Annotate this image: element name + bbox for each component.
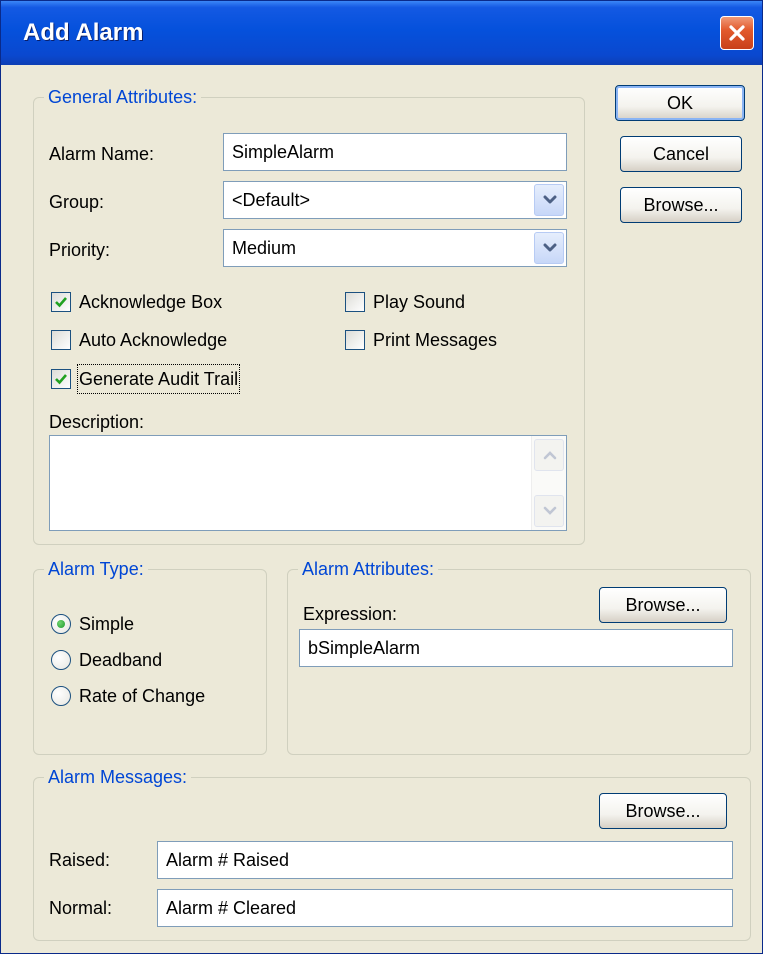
generate-audit-trail-checkbox[interactable]: Generate Audit Trail <box>51 364 311 394</box>
title-bar[interactable]: Add Alarm <box>1 1 762 65</box>
group-label: Group: <box>49 192 105 212</box>
play-sound-label: Play Sound <box>373 292 466 312</box>
window-title: Add Alarm <box>23 19 144 46</box>
generate-audit-trail-label: Generate Audit Trail <box>76 364 241 394</box>
raised-label: Raised: <box>49 850 111 870</box>
radio-circle <box>51 650 71 670</box>
raised-message-field[interactable]: Alarm # Raised <box>157 841 733 879</box>
expression-label: Expression: <box>303 604 398 624</box>
expression-field[interactable]: bSimpleAlarm <box>299 629 733 667</box>
group-select[interactable]: <Default> <box>223 181 567 219</box>
alarm-messages-legend: Alarm Messages: <box>44 766 192 788</box>
group-select-value: <Default> <box>232 190 311 210</box>
priority-select[interactable]: Medium <box>223 229 567 267</box>
alarm-name-field[interactable]: SimpleAlarm <box>223 133 567 171</box>
scroll-up-button[interactable] <box>534 439 564 471</box>
acknowledge-box-label: Acknowledge Box <box>79 292 223 312</box>
radio-label: Simple <box>79 614 135 634</box>
scroll-down-button[interactable] <box>534 495 564 527</box>
messages-browse-button[interactable]: Browse... <box>599 793 727 829</box>
priority-dropdown-button[interactable] <box>534 232 564 264</box>
alarm-type-radio-deadband[interactable]: Deadband <box>51 647 251 673</box>
priority-label: Priority: <box>49 240 111 260</box>
acknowledge-box-checkbox[interactable]: Acknowledge Box <box>51 289 311 315</box>
group-dropdown-button[interactable] <box>534 184 564 216</box>
priority-select-value: Medium <box>232 238 297 258</box>
ok-button[interactable]: OK <box>615 85 745 121</box>
description-label: Description: <box>49 412 145 432</box>
checkbox-box <box>51 292 71 312</box>
checkbox-box <box>51 369 71 389</box>
alarm-type-radio-rate-of-change[interactable]: Rate of Change <box>51 683 261 709</box>
checkbox-box <box>51 330 71 350</box>
cancel-button[interactable]: Cancel <box>620 136 742 172</box>
checkbox-box <box>345 330 365 350</box>
radio-selected-dot <box>57 620 65 628</box>
print-messages-checkbox[interactable]: Print Messages <box>345 327 545 353</box>
alarm-name-label: Alarm Name: <box>49 144 155 164</box>
play-sound-checkbox[interactable]: Play Sound <box>345 289 545 315</box>
description-textarea[interactable] <box>49 435 567 531</box>
close-button[interactable] <box>720 16 754 50</box>
alarm-type-radio-simple[interactable]: Simple <box>51 611 251 637</box>
checkbox-box <box>345 292 365 312</box>
radio-circle <box>51 686 71 706</box>
auto-acknowledge-checkbox[interactable]: Auto Acknowledge <box>51 327 311 353</box>
expression-browse-button[interactable]: Browse... <box>599 587 727 623</box>
normal-label: Normal: <box>49 898 113 918</box>
radio-circle <box>51 614 71 634</box>
description-scrollbar[interactable] <box>531 436 566 530</box>
add-alarm-dialog: Add Alarm OK Cancel Browse... General At… <box>0 0 763 954</box>
normal-message-field[interactable]: Alarm # Cleared <box>157 889 733 927</box>
alarm-attributes-legend: Alarm Attributes: <box>298 558 439 580</box>
radio-label: Deadband <box>79 650 163 670</box>
print-messages-label: Print Messages <box>373 330 498 350</box>
alarm-type-legend: Alarm Type: <box>44 558 148 580</box>
radio-label: Rate of Change <box>79 686 206 706</box>
general-attributes-legend: General Attributes: <box>44 86 202 108</box>
browse-button[interactable]: Browse... <box>620 187 742 223</box>
auto-acknowledge-label: Auto Acknowledge <box>79 330 228 350</box>
